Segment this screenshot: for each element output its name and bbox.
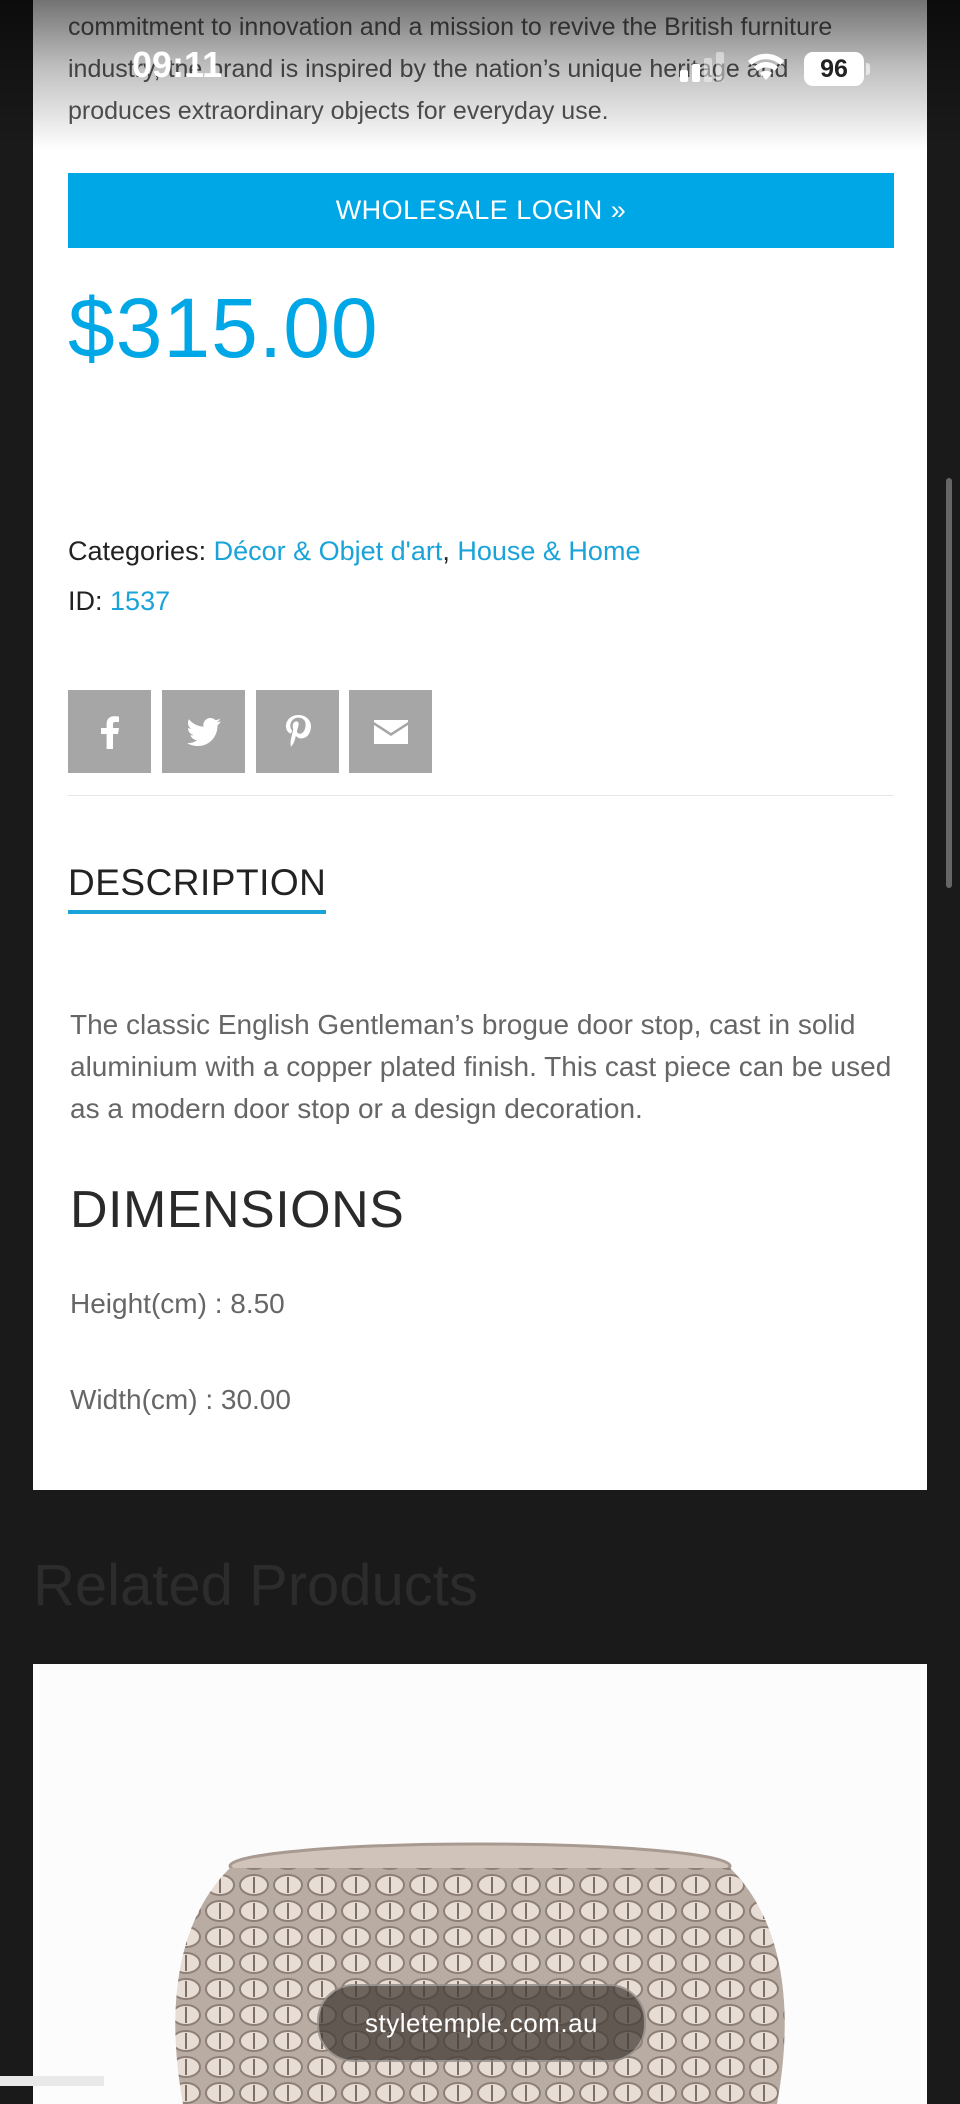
product-description: The classic English Gentleman’s brogue d…: [70, 1009, 892, 1124]
bottom-edge-tab: [0, 2076, 104, 2086]
related-products-heading: Related Products: [33, 1553, 478, 1618]
dimension-width: Width(cm) : 30.00: [70, 1384, 291, 1415]
wholesale-login-button[interactable]: WHOLESALE LOGIN »: [68, 173, 894, 248]
email-icon: [373, 719, 408, 744]
scrollbar-thumb[interactable]: [946, 478, 952, 888]
tab-description[interactable]: DESCRIPTION: [68, 862, 327, 914]
dimension-height: Height(cm) : 8.50: [70, 1288, 285, 1319]
category-link-decor[interactable]: Décor & Objet d'art: [214, 536, 443, 566]
product-id-row: ID: 1537: [68, 586, 170, 617]
category-separator: ,: [442, 536, 450, 566]
facebook-icon: [100, 715, 119, 749]
section-divider: [68, 795, 894, 796]
id-value[interactable]: 1537: [110, 586, 170, 616]
twitter-icon: [186, 717, 221, 746]
dimensions-heading: DIMENSIONS: [70, 1181, 405, 1239]
status-time: 09:11: [132, 44, 223, 85]
categories-row: Categories: Décor & Objet d'art, House &…: [68, 536, 640, 567]
wifi-icon: [748, 53, 784, 80]
category-link-house-home[interactable]: House & Home: [457, 536, 640, 566]
share-email-button[interactable]: [349, 690, 432, 773]
share-pinterest-button[interactable]: [256, 690, 339, 773]
share-facebook-button[interactable]: [68, 690, 151, 773]
url-address-pill[interactable]: styletemple.com.au: [317, 1984, 646, 2062]
product-price: $315.00: [68, 281, 379, 375]
categories-label: Categories:: [68, 536, 207, 566]
battery-tip: [866, 63, 870, 75]
id-label: ID:: [68, 586, 103, 616]
battery-indicator: 96: [804, 52, 864, 86]
share-twitter-button[interactable]: [162, 690, 245, 773]
pinterest-icon: [285, 714, 311, 747]
cellular-signal-icon: [680, 52, 724, 82]
